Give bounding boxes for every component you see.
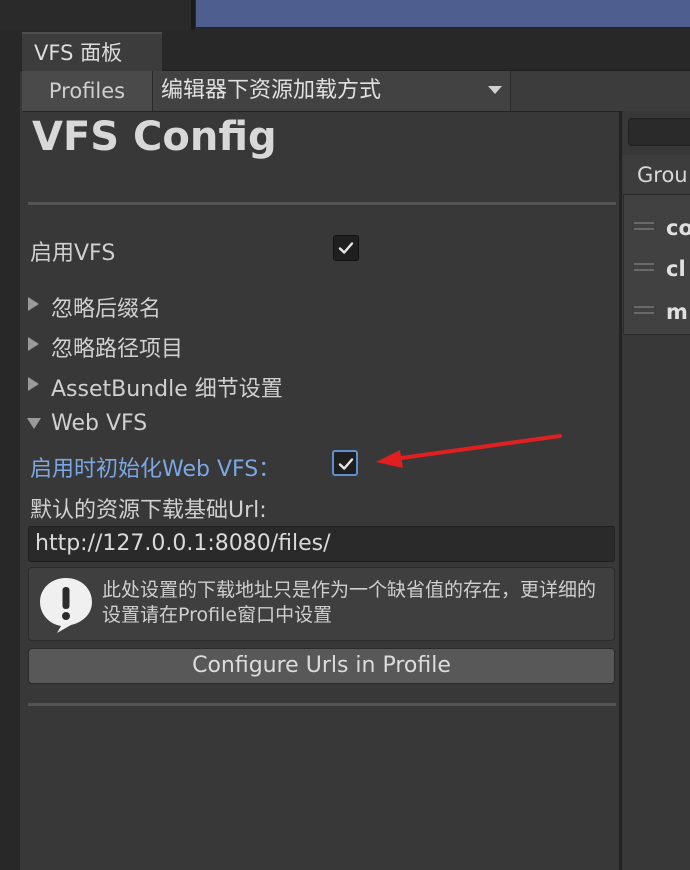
info-icon: [40, 578, 92, 633]
default-url-label: 默认的资源下载基础Url:: [30, 498, 267, 523]
groups-header: Grou: [623, 155, 690, 195]
tab-vfs-panel[interactable]: VFS 面板: [22, 32, 162, 71]
foldout-ignore-extensions[interactable]: 忽略后缀名: [51, 291, 161, 323]
chevron-right-icon[interactable]: [28, 337, 39, 351]
profiles-button[interactable]: Profiles: [22, 71, 153, 111]
enable-vfs-checkbox[interactable]: [333, 235, 359, 261]
default-url-input[interactable]: http://127.0.0.1:8080/files/: [28, 526, 615, 562]
drag-handle-icon[interactable]: [634, 263, 654, 271]
group-item[interactable]: m: [634, 298, 690, 326]
chevron-right-icon[interactable]: [28, 377, 39, 391]
group-item[interactable]: co: [634, 214, 690, 242]
scene-view-strip: [196, 0, 690, 28]
load-mode-dropdown[interactable]: 编辑器下资源加载方式: [153, 71, 511, 111]
divider: [28, 202, 616, 205]
drag-handle-icon[interactable]: [634, 222, 654, 230]
panel-divider: [191, 0, 195, 30]
checkmark-icon: [338, 458, 354, 470]
foldout-ignore-paths[interactable]: 忽略路径项目: [51, 331, 183, 363]
annotation-arrow-icon: [376, 434, 562, 468]
enable-vfs-label: 启用VFS: [30, 241, 116, 266]
group-item[interactable]: cl: [634, 255, 690, 283]
chevron-down-icon[interactable]: [27, 418, 41, 429]
init-web-vfs-label: 启用时初始化Web VFS：: [30, 457, 281, 482]
help-text: 此处设置的下载地址只是作为一个缺省值的存在，更详细的设置请在Profile窗口中…: [102, 579, 597, 626]
groups-search-field[interactable]: [628, 118, 690, 146]
dropdown-arrow-icon[interactable]: [488, 86, 502, 94]
foldout-assetbundle-settings[interactable]: AssetBundle 细节设置: [51, 371, 283, 403]
chevron-right-icon[interactable]: [28, 297, 39, 311]
configure-urls-button[interactable]: Configure Urls in Profile: [28, 648, 615, 684]
foldout-web-vfs[interactable]: Web VFS: [51, 411, 147, 436]
page-title: VFS Config: [32, 114, 277, 160]
drag-handle-icon[interactable]: [634, 306, 654, 314]
checkmark-icon: [338, 242, 354, 254]
divider: [28, 703, 616, 706]
init-web-vfs-checkbox[interactable]: [332, 450, 358, 476]
